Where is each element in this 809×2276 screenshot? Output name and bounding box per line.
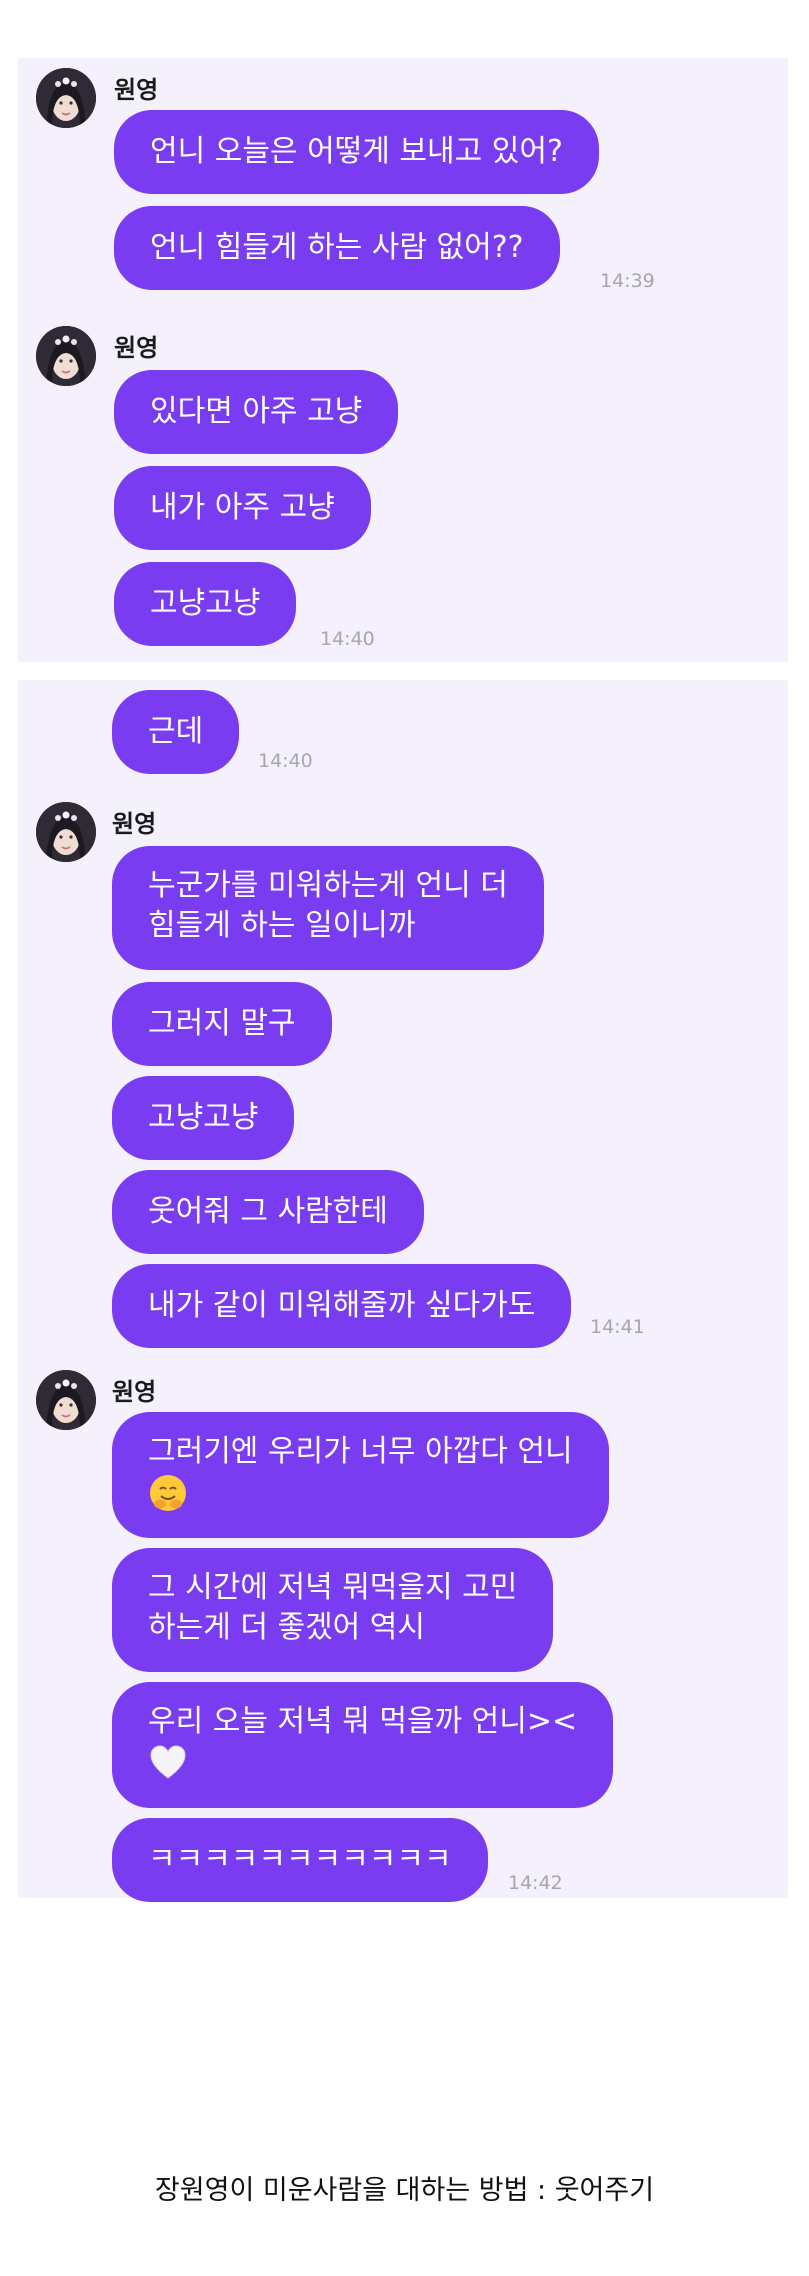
hugging-face-emoji-icon: [150, 1474, 186, 1511]
message-text: 있다면 아주 고냥: [150, 394, 363, 429]
message-text: 언니 오늘은 어떻게 보내고 있어?: [150, 134, 563, 169]
white-heart-emoji-icon: [150, 1744, 186, 1779]
message-text: 근데: [148, 714, 204, 749]
message-bubble[interactable]: 누군가를 미워하는게 언니 더 힘들게 하는 일이니까: [112, 846, 544, 970]
avatar: [36, 326, 96, 386]
avatar-portrait-icon: [36, 68, 96, 128]
message-bubble[interactable]: 언니 오늘은 어떻게 보내고 있어?: [114, 110, 599, 194]
emoji-line: [148, 1472, 573, 1513]
message-bubble[interactable]: 그러기엔 우리가 너무 아깝다 언니: [112, 1412, 609, 1538]
message-timestamp: 14:42: [508, 1872, 563, 1894]
message-text-line: 그러기엔 우리가 너무 아깝다 언니: [148, 1434, 573, 1469]
message-bubble[interactable]: 언니 힘들게 하는 사람 없어??: [114, 206, 560, 290]
avatar-portrait-icon: [36, 326, 96, 386]
message-bubble[interactable]: 우리 오늘 저녁 뭐 먹을까 언니><: [112, 1682, 614, 1808]
avatar: [36, 802, 96, 862]
message-text-line: 힘들게 하는 일이니까: [148, 908, 416, 943]
message-text-line: 그 시간에 저녁 뭐먹을지 고민: [148, 1570, 518, 1605]
avatar: [36, 68, 96, 128]
message-timestamp: 14:40: [258, 750, 313, 772]
message-bubble[interactable]: 있다면 아주 고냥: [114, 370, 399, 454]
message-text-line: 하는게 더 좋겠어 역시: [148, 1610, 426, 1645]
avatar-portrait-icon: [36, 1370, 96, 1430]
message-bubble[interactable]: 그 시간에 저녁 뭐먹을지 고민 하는게 더 좋겠어 역시: [112, 1548, 554, 1672]
sender-avatar[interactable]: [36, 802, 96, 862]
sender-name: 원영: [112, 1378, 157, 1406]
message-bubble[interactable]: 내가 같이 미워해줄까 싶다가도: [112, 1264, 572, 1348]
message-bubble[interactable]: ㅋㅋㅋㅋㅋㅋㅋㅋㅋㅋㅋ: [112, 1818, 488, 1902]
message-text-line: 누군가를 미워하는게 언니 더: [148, 868, 508, 903]
message-bubble[interactable]: 근데: [112, 690, 240, 774]
message-text: 고냥고냥: [150, 586, 261, 621]
message-text: 내가 같이 미워해줄까 싶다가도: [148, 1288, 536, 1323]
message-bubble[interactable]: 고냥고냥: [114, 562, 297, 646]
message-text: 고냥고냥: [148, 1100, 259, 1135]
sender-name: 원영: [112, 810, 157, 838]
sender-name: 원영: [114, 76, 159, 104]
avatar-portrait-icon: [36, 802, 96, 862]
message-timestamp: 14:41: [590, 1316, 645, 1338]
sender-name: 원영: [114, 334, 159, 362]
image-caption: 장원영이 미운사람을 대하는 방법 : 웃어주기: [154, 2175, 655, 2206]
avatar: [36, 1370, 96, 1430]
message-bubble[interactable]: 그러지 말구: [112, 982, 332, 1066]
message-text: 언니 힘들게 하는 사람 없어??: [150, 230, 524, 265]
emoji-line: [148, 1742, 577, 1783]
message-text: 웃어줘 그 사람한테: [148, 1194, 388, 1229]
sender-avatar[interactable]: [36, 1370, 96, 1430]
message-text: ㅋㅋㅋㅋㅋㅋㅋㅋㅋㅋㅋ: [148, 1842, 452, 1877]
message-bubble[interactable]: 내가 아주 고냥: [114, 466, 371, 550]
message-text: 그러지 말구: [148, 1006, 296, 1041]
chat-screenshot-2: 근데 14:40 원영 누군가를 미워하는게 언니 더 힘들게 하는 일이니까 …: [18, 680, 788, 1902]
sender-avatar[interactable]: [36, 68, 96, 128]
message-timestamp: 14:39: [600, 270, 655, 292]
message-text: 내가 아주 고냥: [150, 490, 335, 525]
message-bubble[interactable]: 고냥고냥: [112, 1076, 295, 1160]
message-timestamp: 14:40: [320, 628, 375, 650]
sender-avatar[interactable]: [36, 326, 96, 386]
message-bubble[interactable]: 웃어줘 그 사람한테: [112, 1170, 424, 1254]
chat-screenshot-1: 원영 언니 오늘은 어떻게 보내고 있어? 언니 힘들게 하는 사람 없어?? …: [18, 58, 788, 662]
message-text-line: 우리 오늘 저녁 뭐 먹을까 언니><: [148, 1704, 578, 1739]
